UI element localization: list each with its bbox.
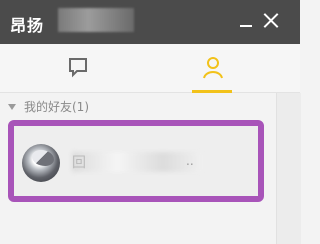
tab-bar [0, 44, 300, 93]
blurred-title-region [58, 8, 134, 32]
group-header[interactable]: 我的好友(1) [8, 98, 89, 115]
group-label: 我的好友(1) [24, 100, 89, 114]
friend-name-ellipsis: .. [186, 154, 194, 168]
minimize-icon[interactable] [238, 10, 254, 32]
chat-bubble-icon [69, 58, 87, 78]
window-title: 昂扬 [10, 16, 45, 35]
close-icon[interactable] [260, 10, 282, 32]
tab-contacts[interactable] [160, 44, 270, 92]
friend-list-item[interactable]: 回 .. [8, 120, 264, 202]
blurred-friend-name [72, 152, 202, 172]
avatar [22, 144, 60, 182]
friend-name-visible: 回 [72, 155, 86, 171]
window-titlebar: 昂扬 [0, 0, 300, 44]
tab-messages[interactable] [22, 44, 132, 92]
collapse-triangle-icon [8, 103, 16, 110]
vertical-scrollbar[interactable] [276, 93, 301, 244]
user-icon [203, 57, 223, 79]
